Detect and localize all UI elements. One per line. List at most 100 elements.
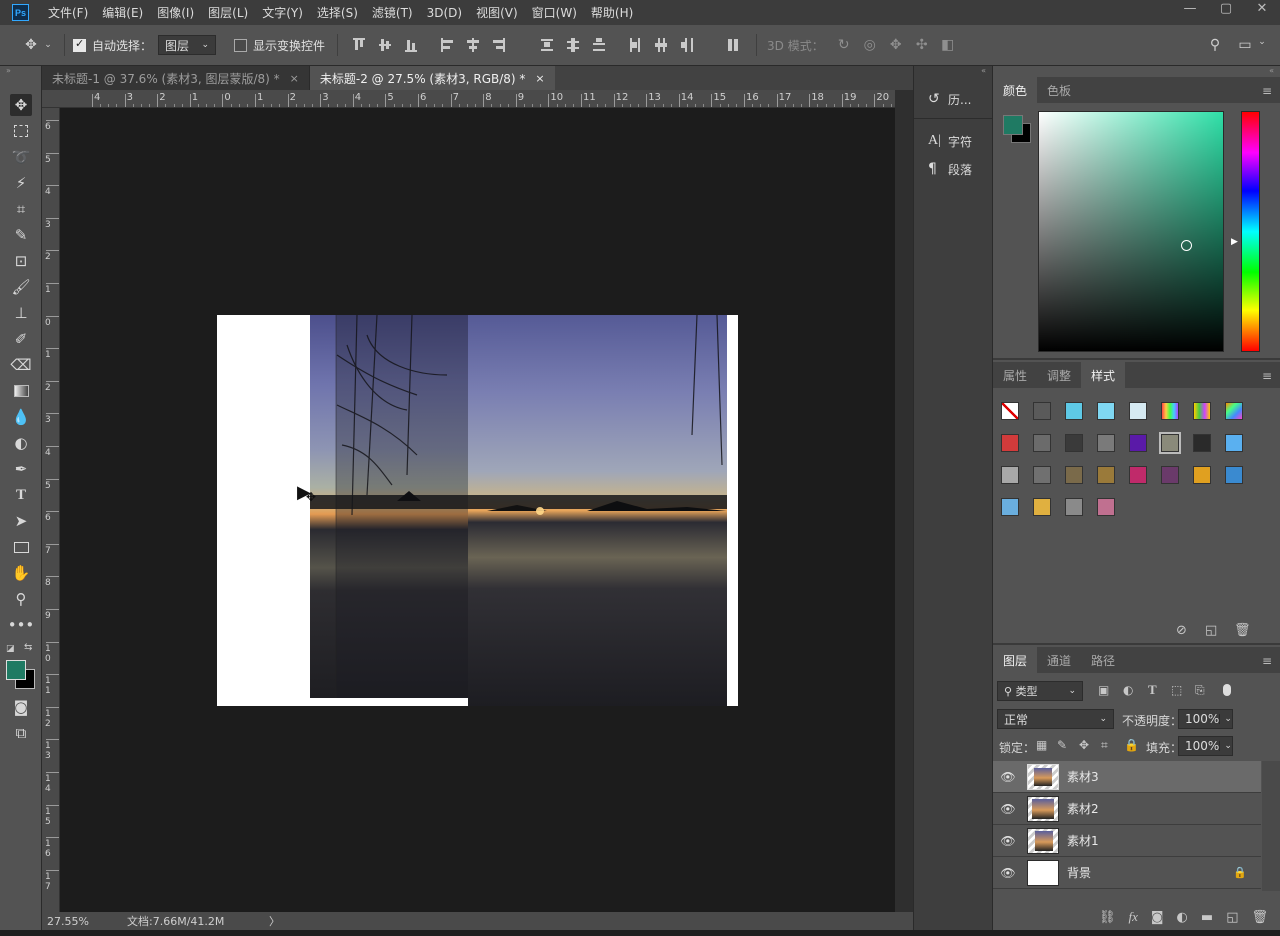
add-mask-icon[interactable]: ◙ — [1151, 910, 1164, 925]
fx-icon[interactable]: fx — [1129, 909, 1138, 925]
crop-tool-icon[interactable]: ⌗ — [10, 198, 32, 220]
minimize-button[interactable]: — — [1172, 0, 1208, 16]
style-swatch[interactable] — [1001, 498, 1019, 516]
3d-pan-icon[interactable]: ✥ — [886, 37, 906, 53]
close-icon[interactable]: × — [535, 72, 544, 85]
tab-styles[interactable]: 样式 — [1081, 362, 1126, 388]
canvas-area[interactable]: ▶ ✥ — [60, 108, 895, 912]
move-tool-icon[interactable]: ✥ — [22, 37, 40, 53]
style-swatch[interactable] — [1001, 434, 1019, 452]
maximize-button[interactable]: ▢ — [1208, 0, 1244, 16]
menu-file[interactable]: 文件(F) — [48, 4, 88, 21]
gradient-tool-icon[interactable] — [10, 380, 32, 402]
3d-camera-icon[interactable]: ◧ — [938, 37, 958, 53]
ruler-vertical[interactable]: 6 5 4 3 2 1 0 1 2 3 4 5 6 7 8 9 10 11 12 13 14 15 16 17 — [42, 108, 60, 912]
tab-adjustments[interactable]: 调整 — [1037, 362, 1081, 388]
workspace-chevron-icon[interactable]: ⌄ — [1256, 37, 1268, 47]
new-layer-icon[interactable]: ◱ — [1226, 910, 1238, 925]
auto-select-checkbox[interactable] — [73, 37, 86, 52]
menu-image[interactable]: 图像(I) — [157, 4, 194, 21]
style-swatch[interactable] — [1225, 402, 1243, 420]
swap-colors-icon[interactable]: ⇆ — [24, 642, 32, 653]
align-vcenter-icon[interactable] — [379, 38, 392, 52]
style-swatch[interactable] — [1001, 402, 1019, 420]
lock-transparent-icon[interactable]: ▦ — [1036, 738, 1047, 752]
style-swatch[interactable] — [1225, 434, 1243, 452]
layer-row-3[interactable]: 👁 素材3 — [993, 761, 1261, 793]
stamp-tool-icon[interactable]: ⊥ — [10, 302, 32, 324]
align-top-icon[interactable] — [353, 38, 366, 52]
distribute-left-icon[interactable] — [629, 38, 641, 52]
delete-style-icon[interactable]: 🗑 — [1234, 623, 1251, 638]
align-bottom-icon[interactable] — [405, 38, 418, 52]
auto-align-icon[interactable] — [727, 38, 739, 52]
style-swatch[interactable] — [1193, 466, 1211, 484]
brush-tool-icon[interactable]: 🖌 — [10, 276, 32, 298]
style-swatch[interactable] — [1225, 466, 1243, 484]
style-swatch[interactable] — [1193, 402, 1211, 420]
paragraph-panel-button[interactable]: ¶ 段落 — [914, 156, 992, 182]
menu-help[interactable]: 帮助(H) — [591, 4, 633, 21]
close-icon[interactable]: × — [290, 72, 299, 85]
history-panel-button[interactable]: ↺ 历... — [914, 86, 992, 112]
default-colors-icon[interactable]: ◪ — [6, 644, 15, 654]
menu-edit[interactable]: 编辑(E) — [102, 4, 143, 21]
menu-view[interactable]: 视图(V) — [476, 4, 518, 21]
adjustment-layer-icon[interactable]: ◐ — [1177, 910, 1188, 925]
auto-select-target-dropdown[interactable]: 图层 ⌄ — [158, 35, 217, 55]
show-transform-checkbox[interactable] — [234, 38, 248, 52]
filter-type-icon[interactable]: T — [1148, 682, 1157, 698]
menu-3d[interactable]: 3D(D) — [427, 6, 462, 20]
panel-menu-icon[interactable]: ≡ — [1262, 84, 1272, 98]
align-right-icon[interactable] — [493, 38, 506, 52]
style-swatch[interactable] — [1065, 402, 1083, 420]
3d-slide-icon[interactable]: ✣ — [912, 37, 932, 53]
panel-menu-icon[interactable]: ≡ — [1262, 654, 1272, 668]
style-swatch[interactable] — [1097, 466, 1115, 484]
style-swatch[interactable] — [1193, 434, 1211, 452]
dodge-tool-icon[interactable]: ◐ — [10, 432, 32, 454]
type-tool-icon[interactable]: T — [10, 484, 32, 506]
style-swatch[interactable] — [1065, 466, 1083, 484]
style-swatch[interactable] — [1065, 498, 1083, 516]
fill-field[interactable]: 100% ⌄ — [1178, 736, 1233, 756]
style-swatch[interactable] — [1097, 434, 1115, 452]
magic-wand-tool-icon[interactable]: ⚡ — [10, 172, 32, 194]
distribute-right-icon[interactable] — [681, 38, 694, 52]
more-tools-icon[interactable]: ••• — [8, 614, 35, 636]
lock-all-icon[interactable]: 🔒 — [1124, 738, 1139, 752]
close-button[interactable]: ✕ — [1244, 0, 1280, 16]
blend-mode-dropdown[interactable]: 正常 ⌄ — [997, 709, 1114, 729]
filter-adjustment-icon[interactable]: ◐ — [1123, 683, 1133, 697]
opacity-field[interactable]: 100% ⌄ — [1178, 709, 1233, 729]
3d-roll-icon[interactable]: ◎ — [860, 37, 880, 53]
style-swatch[interactable] — [1033, 434, 1051, 452]
style-swatch[interactable] — [1097, 402, 1115, 420]
menu-layer[interactable]: 图层(L) — [208, 4, 248, 21]
zoom-level[interactable]: 27.55% — [47, 915, 127, 928]
hue-slider[interactable] — [1241, 111, 1260, 352]
rectangle-tool-icon[interactable] — [10, 536, 32, 558]
tab-layers[interactable]: 图层 — [993, 647, 1038, 673]
history-brush-tool-icon[interactable]: ✐ — [10, 328, 32, 350]
style-swatch[interactable] — [1161, 402, 1179, 420]
zoom-tool-icon[interactable]: ⚲ — [10, 588, 32, 610]
ruler-horizontal[interactable]: 4 3 2 1 0 1 2 3 4 5 6 7 8 9 10 11 12 13 14 15 16 17 18 19 20 — [42, 90, 895, 108]
foreground-color-swatch[interactable] — [1003, 115, 1023, 135]
blur-tool-icon[interactable]: 💧 — [10, 406, 32, 428]
tab-color[interactable]: 颜色 — [993, 77, 1038, 103]
layer-row-background[interactable]: 👁 背景 🔒 — [993, 857, 1261, 889]
lock-position-icon[interactable]: ✥ — [1079, 738, 1089, 752]
style-swatch[interactable] — [1033, 466, 1051, 484]
vertical-scrollbar[interactable] — [895, 90, 913, 912]
tool-preset-chevron-icon[interactable]: ⌄ — [40, 40, 56, 50]
style-swatch[interactable] — [1097, 498, 1115, 516]
tab-swatches[interactable]: 色板 — [1037, 77, 1081, 103]
delete-layer-icon[interactable]: 🗑 — [1251, 910, 1268, 925]
color-picker-cursor[interactable] — [1181, 240, 1192, 251]
align-left-icon[interactable] — [441, 38, 454, 52]
menu-select[interactable]: 选择(S) — [317, 4, 358, 21]
foreground-color-swatch[interactable] — [6, 660, 26, 680]
eye-icon[interactable]: 👁 — [993, 866, 1023, 880]
style-swatch[interactable] — [1065, 434, 1083, 452]
